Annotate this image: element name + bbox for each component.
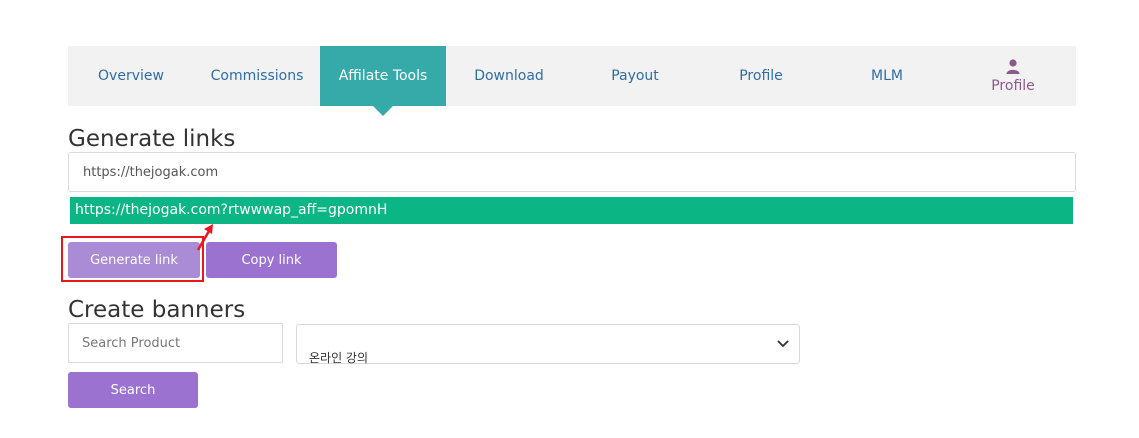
tab-label: Profile	[991, 77, 1035, 94]
generate-link-button[interactable]: Generate link	[68, 242, 200, 278]
generated-link[interactable]: https://thejogak.com?rtwwwap_aff=gpomnH	[70, 197, 1073, 224]
tab-mlm[interactable]: MLM	[824, 46, 950, 106]
category-select[interactable]: 온라인 강의	[296, 324, 800, 365]
search-button[interactable]: Search	[68, 372, 198, 408]
tab-overview[interactable]: Overview	[68, 46, 194, 106]
tab-payout[interactable]: Payout	[572, 46, 698, 106]
tab-bar: Overview Commissions Affilate Tools Down…	[68, 46, 1076, 116]
tab-profile[interactable]: Profile	[698, 46, 824, 106]
tab-label: Affilate Tools	[338, 68, 428, 84]
tab-label: Overview	[98, 68, 164, 84]
create-banners-heading: Create banners	[68, 297, 246, 323]
chevron-down-icon	[777, 340, 789, 348]
search-product-input[interactable]	[68, 323, 283, 363]
generate-links-heading: Generate links	[68, 126, 236, 152]
tab-label: MLM	[871, 68, 903, 84]
tab-label: Payout	[611, 68, 659, 84]
tab-download[interactable]: Download	[446, 46, 572, 106]
copy-link-button[interactable]: Copy link	[206, 242, 337, 278]
url-input[interactable]	[68, 152, 1076, 192]
select-value: 온라인 강의	[309, 351, 369, 365]
tab-label: Download	[474, 68, 544, 84]
tab-label: Commissions	[210, 68, 304, 84]
tab-label: Profile	[739, 68, 783, 84]
tab-commissions[interactable]: Commissions	[194, 46, 320, 106]
tab-affiliate-tools[interactable]: Affilate Tools	[320, 46, 446, 116]
user-icon	[1006, 58, 1020, 74]
page: Overview Commissions Affilate Tools Down…	[0, 0, 1139, 438]
tab-user-profile[interactable]: Profile	[950, 46, 1076, 106]
